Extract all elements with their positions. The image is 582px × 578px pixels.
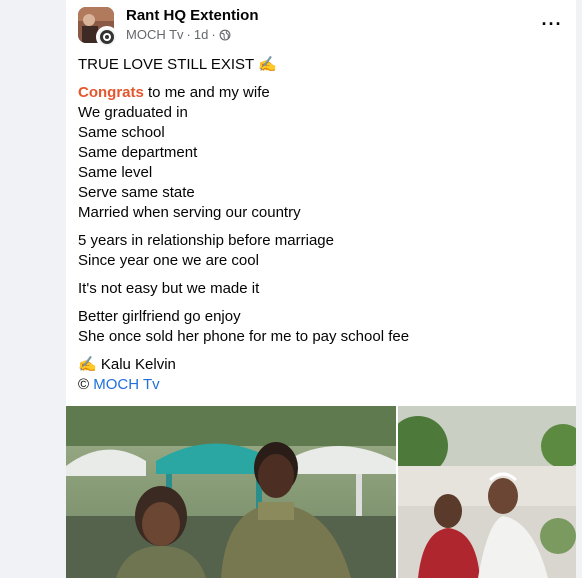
photo-graduates[interactable] — [66, 406, 396, 578]
text-line: Since year one we are cool — [78, 252, 259, 269]
meta-separator: · — [186, 27, 191, 42]
photo-graduates-image — [66, 406, 396, 578]
copyright-symbol: © — [78, 376, 94, 393]
meta-separator-2: · — [211, 27, 216, 42]
congrats-line: Congrats to me and my wife — [78, 83, 564, 103]
text-line: Same department — [78, 144, 198, 161]
text-line: Married when serving our country — [78, 204, 301, 221]
photo-wedding-image — [398, 406, 576, 578]
text-line: Serve same state — [78, 184, 195, 201]
globe-icon — [219, 29, 231, 40]
source-name[interactable]: MOCH Tv — [126, 27, 184, 42]
photo-wedding[interactable] — [398, 406, 576, 578]
copyright-line: © MOCH Tv — [78, 375, 564, 395]
text-line: Better girlfriend go enjoy — [78, 308, 241, 325]
text-line: Same level — [78, 164, 153, 181]
post-header: Rant HQ Extention MOCH Tv · 1d · ··· — [78, 6, 566, 48]
congrats-rest: to me and my wife — [143, 84, 270, 101]
post-title-line: TRUE LOVE STILL EXIST ✍ — [78, 56, 277, 73]
post-card: Rant HQ Extention MOCH Tv · 1d · ··· TRU… — [66, 0, 576, 578]
more-options-icon[interactable]: ··· — [538, 10, 566, 38]
text-line: We graduated in — [78, 104, 188, 121]
text-line: It's not easy but we made it — [78, 280, 260, 297]
post-time[interactable]: 1d — [194, 27, 208, 42]
text-line: 5 years in relationship before marriage — [78, 232, 334, 249]
text-line: Same school — [78, 124, 165, 141]
post-photos — [66, 406, 576, 578]
copyright-link[interactable]: MOCH Tv — [93, 376, 159, 393]
avatar-logo — [96, 26, 118, 48]
author-line: ✍ Kalu Kelvin — [78, 356, 176, 373]
post-text: TRUE LOVE STILL EXIST ✍ Congrats to me a… — [78, 55, 564, 403]
congrats-hashtag[interactable]: Congrats — [78, 84, 144, 101]
post-meta: MOCH Tv · 1d · — [126, 27, 231, 42]
text-line: She once sold her phone for me to pay sc… — [78, 328, 410, 345]
page-name-link[interactable]: Rant HQ Extention — [126, 7, 259, 24]
